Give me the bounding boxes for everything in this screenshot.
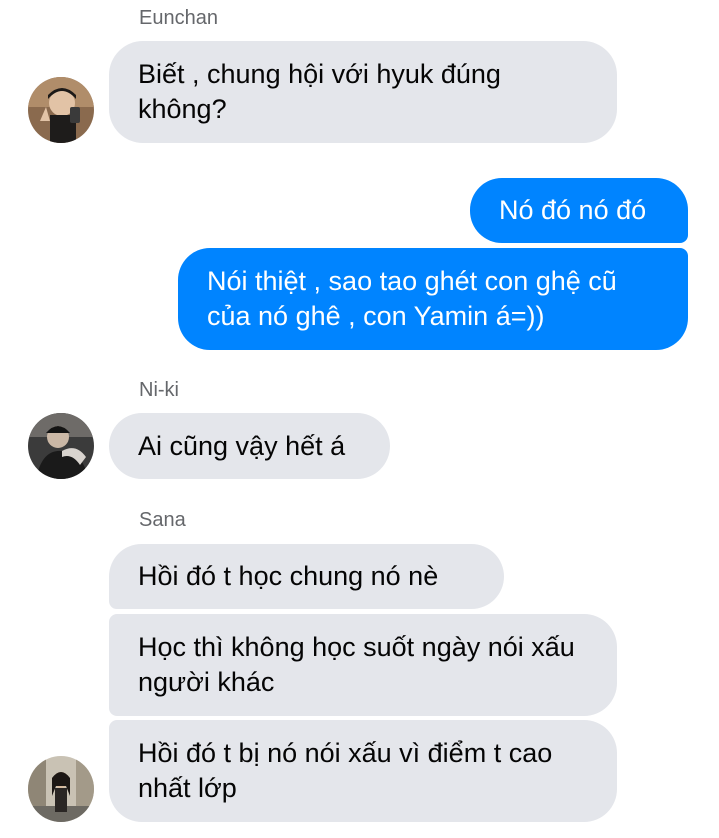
sender-name-eunchan: Eunchan bbox=[139, 7, 218, 29]
sender-name-sana: Sana bbox=[139, 509, 186, 531]
message-bubble-incoming[interactable]: Biết , chung hội với hyuk đúng không? bbox=[109, 41, 617, 143]
message-text: Học thì không học suốt ngày nói xấu ngườ… bbox=[138, 632, 575, 697]
message-bubble-outgoing[interactable]: Nó đó nó đó bbox=[470, 178, 688, 243]
avatar-eunchan-icon[interactable] bbox=[28, 77, 94, 143]
message-bubble-incoming[interactable]: Hồi đó t học chung nó nè bbox=[109, 544, 504, 609]
message-bubble-incoming[interactable]: Ai cũng vậy hết á bbox=[109, 413, 390, 479]
message-text: Ai cũng vậy hết á bbox=[138, 430, 346, 461]
message-text: Biết , chung hội với hyuk đúng không? bbox=[138, 59, 501, 124]
chat-thread: Eunchan Biết , chung hội với hyuk đúng k… bbox=[0, 0, 719, 838]
message-bubble-incoming[interactable]: Hồi đó t bị nó nói xấu vì điểm t cao nhấ… bbox=[109, 720, 617, 822]
message-text: Hồi đó t bị nó nói xấu vì điểm t cao nhấ… bbox=[138, 738, 553, 803]
message-bubble-incoming[interactable]: Học thì không học suốt ngày nói xấu ngườ… bbox=[109, 614, 617, 716]
message-text: Hồi đó t học chung nó nè bbox=[138, 561, 439, 591]
avatar-sana-icon[interactable] bbox=[28, 756, 94, 822]
message-bubble-outgoing[interactable]: Nói thiệt , sao tao ghét con ghệ cũ của … bbox=[178, 248, 688, 350]
message-text: Nói thiệt , sao tao ghét con ghệ cũ của … bbox=[207, 266, 617, 331]
sender-name-niki: Ni-ki bbox=[139, 379, 179, 401]
avatar-niki-icon[interactable] bbox=[28, 413, 94, 479]
message-text: Nó đó nó đó bbox=[499, 195, 647, 225]
